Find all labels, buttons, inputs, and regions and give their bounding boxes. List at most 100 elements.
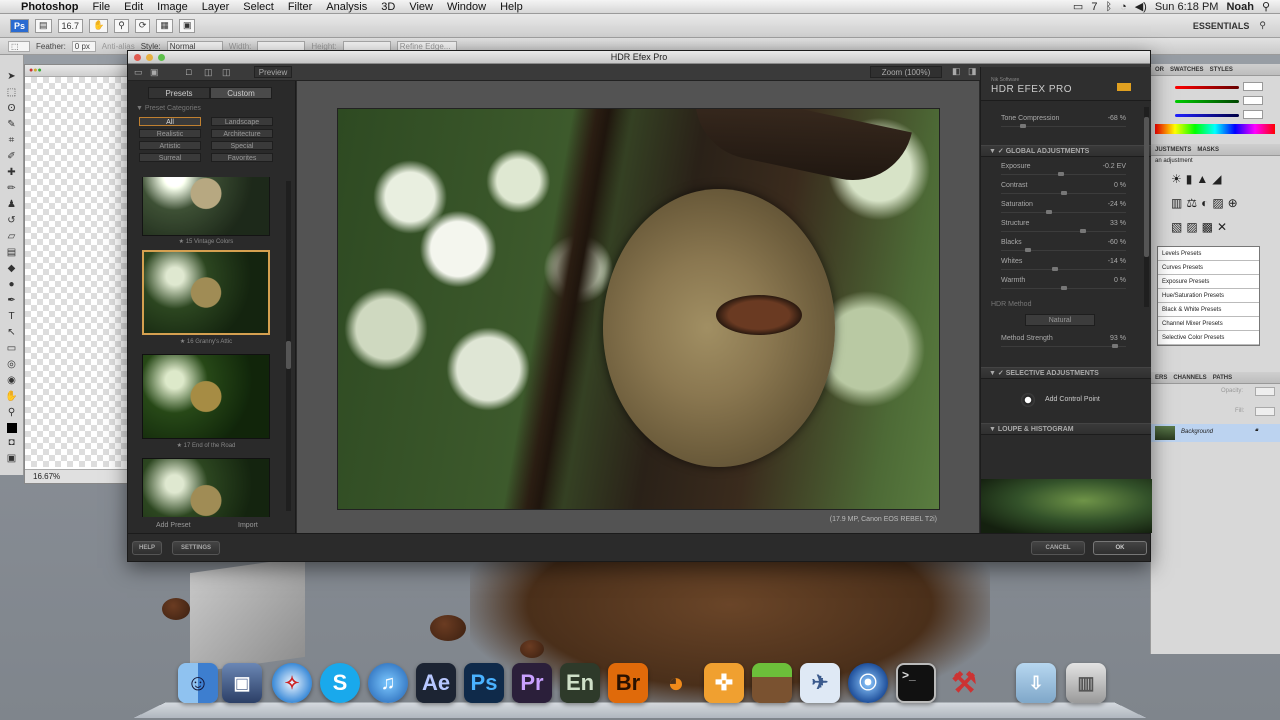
single-view-icon[interactable]: ▭ bbox=[134, 67, 143, 78]
bridge-icon[interactable]: Br bbox=[608, 663, 648, 703]
menu-edit[interactable]: Edit bbox=[117, 1, 150, 13]
menu-clock[interactable]: Sun 6:18 PM bbox=[1155, 1, 1219, 13]
warmth-slider[interactable]: Warmth 0 % bbox=[1001, 277, 1126, 293]
menu-app-name[interactable]: Photoshop bbox=[14, 1, 85, 13]
zoom-tool-icon[interactable]: ⚲ bbox=[114, 18, 129, 33]
preset-exposure[interactable]: Exposure Presets bbox=[1158, 275, 1259, 289]
menu-view[interactable]: View bbox=[402, 1, 440, 13]
history-brush-icon[interactable]: ↺ bbox=[5, 215, 19, 227]
hand-tool-icon[interactable]: ✋ bbox=[89, 18, 109, 33]
compare-icon[interactable]: ◧ bbox=[952, 66, 961, 77]
ok-button[interactable]: OK bbox=[1093, 541, 1147, 555]
tab-presets[interactable]: Presets bbox=[148, 87, 210, 99]
preset-thumb-next[interactable] bbox=[142, 458, 270, 517]
slider-knob[interactable] bbox=[1046, 210, 1052, 214]
ps-document-window[interactable]: ●●● 16.67% bbox=[24, 64, 134, 484]
hand-tool-icon[interactable]: ✋ bbox=[5, 391, 19, 403]
tab-channels[interactable]: CHANNELS bbox=[1173, 375, 1206, 381]
preset-hue-saturation[interactable]: Hue/Saturation Presets bbox=[1158, 289, 1259, 303]
zoom-icon[interactable]: ● bbox=[37, 67, 41, 74]
preset-selective-color[interactable]: Selective Color Presets bbox=[1158, 331, 1259, 345]
3d-orbit-icon[interactable]: ◉ bbox=[5, 375, 19, 387]
cancel-button[interactable]: CANCEL bbox=[1031, 541, 1085, 555]
pen-tool-icon[interactable]: ✒ bbox=[5, 295, 19, 307]
after-effects-icon[interactable]: Ae bbox=[416, 663, 456, 703]
quick-select-tool-icon[interactable]: ✎ bbox=[5, 119, 19, 131]
adjust-scrollbar[interactable] bbox=[1144, 107, 1149, 307]
safari-icon[interactable]: ✧ bbox=[272, 663, 312, 703]
wifi-icon[interactable]: ◔ bbox=[1120, 1, 1127, 13]
volume-icon[interactable]: ◀) bbox=[1135, 0, 1147, 13]
brush-tool-icon[interactable]: ✏ bbox=[5, 183, 19, 195]
tab-adjustments[interactable]: JUSTMENTS bbox=[1155, 147, 1191, 153]
photoshop-icon[interactable]: Ps bbox=[464, 663, 504, 703]
preview-button[interactable]: Preview bbox=[254, 66, 292, 78]
tone-compression-slider[interactable]: Tone Compression -68 % bbox=[1001, 115, 1126, 131]
minecraft-icon[interactable] bbox=[752, 663, 792, 703]
whites-slider[interactable]: Whites -14 % bbox=[1001, 258, 1126, 274]
method-strength-slider[interactable]: Method Strength 93 % bbox=[1001, 335, 1126, 351]
downloads-folder-icon[interactable]: ⇩ bbox=[1016, 663, 1056, 703]
eyedropper-tool-icon[interactable]: ✐ bbox=[5, 151, 19, 163]
dodge-tool-icon[interactable]: ● bbox=[5, 279, 19, 291]
adjust-scroll-thumb[interactable] bbox=[1144, 117, 1149, 257]
slider-knob[interactable] bbox=[1020, 124, 1026, 128]
contrast-slider[interactable]: Contrast 0 % bbox=[1001, 182, 1126, 198]
skype-icon[interactable]: S bbox=[320, 663, 360, 703]
global-adjustments-header[interactable]: ▼ ✓ GLOBAL ADJUSTMENTS bbox=[981, 145, 1151, 157]
category-artistic[interactable]: Artistic bbox=[139, 141, 201, 150]
screen-mode-icon[interactable]: ▣ bbox=[5, 453, 19, 465]
screen-mode-button[interactable]: ▣ bbox=[178, 18, 196, 33]
preset-curves[interactable]: Curves Presets bbox=[1158, 261, 1259, 275]
spotlight-icon[interactable]: ⚲ bbox=[1262, 0, 1270, 13]
preset-thumb-vintage-colors[interactable] bbox=[142, 177, 270, 236]
preset-scrollbar[interactable] bbox=[286, 181, 291, 511]
zoom-level[interactable]: 16.7 bbox=[57, 18, 84, 33]
green-slider[interactable] bbox=[1175, 100, 1239, 103]
settings-button[interactable]: SETTINGS bbox=[172, 541, 220, 555]
menu-user[interactable]: Noah bbox=[1226, 1, 1254, 13]
adjustment-icons-row3[interactable]: ▧▨▩✕ bbox=[1171, 220, 1231, 234]
feather-input[interactable]: 0 px bbox=[71, 40, 96, 52]
opacity-input[interactable] bbox=[1255, 387, 1275, 396]
zoom-select[interactable]: Zoom (100%) bbox=[870, 66, 942, 78]
terminal-icon[interactable]: >_ bbox=[896, 663, 936, 703]
import-button[interactable]: Import bbox=[238, 522, 258, 529]
tab-custom[interactable]: Custom bbox=[210, 87, 272, 99]
encore-icon[interactable]: En bbox=[560, 663, 600, 703]
instruments-icon[interactable]: ✜ bbox=[704, 663, 744, 703]
selective-adjustments-header[interactable]: ▼ ✓ SELECTIVE ADJUSTMENTS bbox=[981, 367, 1151, 379]
category-all[interactable]: All bbox=[139, 117, 201, 126]
layout-split-icon[interactable]: ◫ bbox=[204, 67, 213, 78]
crop-tool-icon[interactable]: ⌗ bbox=[5, 135, 19, 147]
premiere-icon[interactable]: Pr bbox=[512, 663, 552, 703]
marquee-tool-icon[interactable]: ⬚ bbox=[5, 87, 19, 99]
structure-slider[interactable]: Structure 33 % bbox=[1001, 220, 1126, 236]
category-architecture[interactable]: Architecture bbox=[211, 129, 273, 138]
hdr-method-select[interactable]: Natural bbox=[1025, 314, 1095, 326]
loupe-histogram-header[interactable]: ▼ LOUPE & HISTOGRAM bbox=[981, 423, 1151, 435]
menu-file[interactable]: File bbox=[85, 1, 117, 13]
preview-image[interactable] bbox=[337, 108, 940, 510]
category-realistic[interactable]: Realistic bbox=[139, 129, 201, 138]
canvas-transparency[interactable] bbox=[25, 77, 133, 467]
layer-row-background[interactable]: Background 🔒︎ bbox=[1151, 424, 1280, 442]
preset-scroll-thumb[interactable] bbox=[286, 341, 291, 369]
bridge-button[interactable]: ▤ bbox=[35, 18, 52, 33]
category-special[interactable]: Special bbox=[211, 141, 273, 150]
loupe-view[interactable] bbox=[981, 479, 1152, 533]
fill-input[interactable] bbox=[1255, 407, 1275, 416]
blacks-slider[interactable]: Blacks -60 % bbox=[1001, 239, 1126, 255]
menu-3d[interactable]: 3D bbox=[374, 1, 402, 13]
arrange-docs-button[interactable]: ▦ bbox=[156, 18, 173, 33]
preset-levels[interactable]: Levels Presets bbox=[1158, 247, 1259, 261]
color-ramp[interactable] bbox=[1155, 124, 1275, 134]
slider-knob[interactable] bbox=[1061, 191, 1067, 195]
slider-knob[interactable] bbox=[1080, 229, 1086, 233]
blue-slider[interactable] bbox=[1175, 114, 1239, 117]
adjustment-icons-row1[interactable]: ☀▮▲◢ bbox=[1171, 172, 1225, 186]
foreground-color-swatch[interactable] bbox=[6, 423, 17, 433]
minimize-icon[interactable] bbox=[146, 54, 153, 61]
add-control-point-button[interactable]: Add Control Point bbox=[1045, 396, 1100, 403]
zoom-icon[interactable] bbox=[158, 54, 165, 61]
